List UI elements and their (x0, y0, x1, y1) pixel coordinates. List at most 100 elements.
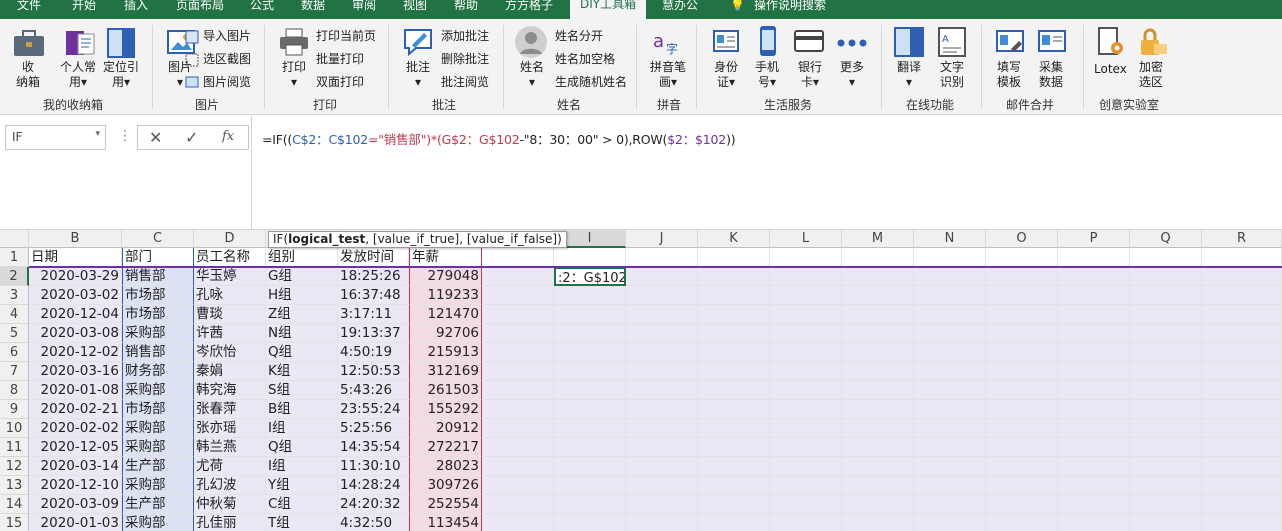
cell[interactable]: 312169 (409, 362, 482, 381)
text-recognition-button[interactable]: 文字 识别 (940, 60, 964, 90)
cell[interactable] (914, 400, 986, 419)
row-header[interactable]: 10 (0, 419, 29, 438)
cell[interactable]: 119233 (409, 286, 482, 305)
cell[interactable]: 采购部 (122, 324, 194, 343)
cell[interactable] (770, 400, 842, 419)
row-header[interactable]: 12 (0, 457, 29, 476)
cell[interactable] (482, 267, 554, 286)
cell[interactable]: 12:50:53 (338, 362, 409, 381)
cell[interactable] (1130, 267, 1202, 286)
cell[interactable] (698, 381, 770, 400)
cell[interactable]: 尤荷 (194, 457, 266, 476)
row-header[interactable]: 14 (0, 495, 29, 514)
cell[interactable]: 年薪 (409, 248, 482, 267)
cell[interactable]: 14:35:54 (338, 438, 409, 457)
cell[interactable] (986, 495, 1058, 514)
cell[interactable]: 2020-01-03 (29, 514, 122, 531)
cell[interactable]: 272217 (409, 438, 482, 457)
formula-input[interactable]: =IF((C$2：C$102="销售部")*(G$2：G$102-"8：30：0… (251, 116, 1282, 230)
cell[interactable] (842, 324, 914, 343)
cell[interactable]: H组 (266, 286, 338, 305)
tab-help[interactable]: 帮助 (454, 0, 478, 19)
name-box[interactable]: IF ▾ (5, 125, 106, 150)
cell[interactable] (626, 495, 698, 514)
cell[interactable]: 5:43:26 (338, 381, 409, 400)
cell[interactable]: 采购部 (122, 476, 194, 495)
cell[interactable] (698, 419, 770, 438)
cell[interactable]: 2020-03-14 (29, 457, 122, 476)
cell[interactable] (1058, 495, 1130, 514)
region-screenshot-button[interactable]: 选区截图 (203, 50, 251, 67)
cell[interactable] (482, 324, 554, 343)
cell[interactable]: 仲秋菊 (194, 495, 266, 514)
cell[interactable]: 采购部 (122, 438, 194, 457)
row-header[interactable]: 4 (0, 305, 29, 324)
cell[interactable] (1130, 419, 1202, 438)
cell[interactable] (842, 248, 914, 267)
cell[interactable] (554, 514, 626, 531)
cell[interactable]: 252554 (409, 495, 482, 514)
cell[interactable] (770, 514, 842, 531)
cell[interactable] (698, 476, 770, 495)
phone-button[interactable]: 手机 号▾ (755, 60, 779, 90)
cell[interactable] (986, 514, 1058, 531)
cell[interactable] (626, 362, 698, 381)
cell[interactable]: 销售部 (122, 267, 194, 286)
cell[interactable]: 24:20:32 (338, 495, 409, 514)
cell[interactable] (1058, 248, 1130, 267)
cell[interactable]: 采购部 (122, 419, 194, 438)
cell[interactable] (770, 438, 842, 457)
cell[interactable] (482, 381, 554, 400)
cell[interactable] (770, 495, 842, 514)
cell[interactable]: C组 (266, 495, 338, 514)
cell[interactable] (986, 343, 1058, 362)
cell[interactable] (1130, 476, 1202, 495)
cell[interactable]: 5:25:56 (338, 419, 409, 438)
cell[interactable]: 2020-03-08 (29, 324, 122, 343)
cell[interactable]: S组 (266, 381, 338, 400)
cell[interactable] (482, 457, 554, 476)
cell[interactable]: 2020-02-21 (29, 400, 122, 419)
row-header[interactable]: 1 (0, 248, 29, 267)
row-header[interactable]: 2 (0, 267, 29, 286)
cell[interactable]: 发放时间 (338, 248, 409, 267)
cell[interactable]: 销售部 (122, 343, 194, 362)
cell[interactable]: 92706 (409, 324, 482, 343)
cell[interactable]: 孔佳丽 (194, 514, 266, 531)
cell[interactable]: 14:28:24 (338, 476, 409, 495)
row-header[interactable]: 11 (0, 438, 29, 457)
column-header[interactable]: O (986, 230, 1058, 248)
cell[interactable] (554, 343, 626, 362)
row-header[interactable]: 13 (0, 476, 29, 495)
cell[interactable] (1130, 248, 1202, 267)
cell[interactable] (1202, 495, 1282, 514)
cell[interactable] (986, 381, 1058, 400)
cell[interactable] (1202, 286, 1282, 305)
cell[interactable] (842, 343, 914, 362)
collect-data-button[interactable]: 采集 数据 (1039, 60, 1063, 90)
cell[interactable] (914, 362, 986, 381)
batch-print-button[interactable]: 批量打印 (316, 50, 364, 67)
cell[interactable] (626, 476, 698, 495)
tab-home[interactable]: 开始 (72, 0, 96, 19)
cell[interactable]: Z组 (266, 305, 338, 324)
cell[interactable]: 261503 (409, 381, 482, 400)
cell[interactable] (482, 343, 554, 362)
cell[interactable]: 279048 (409, 267, 482, 286)
cell[interactable] (1130, 362, 1202, 381)
row-header[interactable]: 8 (0, 381, 29, 400)
pinyin-stroke-button[interactable]: 拼音笔 画▾ (650, 60, 686, 90)
cell[interactable] (914, 457, 986, 476)
name-button[interactable]: 姓名 ▾ (520, 60, 544, 90)
cell[interactable] (986, 438, 1058, 457)
cell[interactable] (986, 419, 1058, 438)
cell[interactable] (842, 381, 914, 400)
print-button[interactable]: 打印 ▾ (282, 60, 306, 90)
cell[interactable] (1058, 324, 1130, 343)
column-header[interactable]: B (29, 230, 122, 248)
cell[interactable] (1058, 419, 1130, 438)
cell[interactable] (554, 324, 626, 343)
column-header[interactable]: Q (1130, 230, 1202, 248)
active-edit-cell[interactable]: :2：G$102 (554, 267, 626, 286)
cell[interactable] (554, 476, 626, 495)
